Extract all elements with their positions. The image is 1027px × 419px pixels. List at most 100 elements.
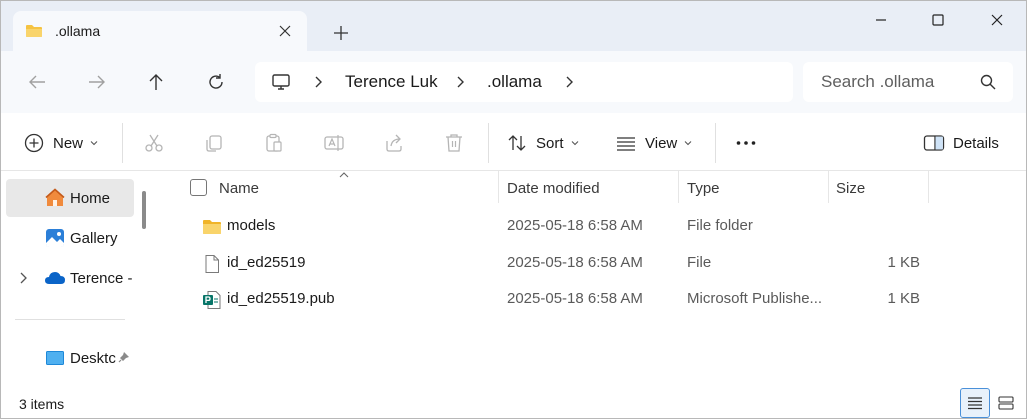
more-icon: [736, 141, 756, 145]
chevron-right-icon[interactable]: [454, 73, 468, 91]
tab-title: .ollama: [55, 23, 101, 39]
new-tab-button[interactable]: [327, 19, 355, 47]
delete-button[interactable]: [443, 127, 465, 159]
minimize-button[interactable]: [851, 1, 911, 39]
view-label: View: [645, 134, 678, 152]
navigation-pane: Home Gallery Terence - Desktc: [1, 171, 156, 386]
file-size: 1 KB: [887, 290, 920, 307]
title-bar: .ollama: [1, 1, 1026, 51]
forward-button[interactable]: [80, 67, 114, 97]
file-explorer-window: .ollama Terence Luk .ollama Search .olla…: [0, 0, 1027, 419]
navigation-bar: Terence Luk .ollama Search .ollama: [1, 51, 1026, 113]
column-header-date-modified[interactable]: Date modified: [507, 171, 600, 205]
sidebar-item-home[interactable]: Home: [6, 179, 134, 217]
share-button[interactable]: [383, 127, 405, 159]
sort-button[interactable]: Sort: [506, 127, 580, 159]
sidebar-item-label: Terence -: [70, 269, 133, 287]
more-options-button[interactable]: [735, 127, 757, 159]
separator: [715, 123, 716, 163]
column-divider[interactable]: [928, 171, 929, 203]
separator: [488, 123, 489, 163]
file-name: id_ed25519.pub: [227, 290, 335, 307]
file-row-id-ed25519-pub[interactable]: id_ed25519.pub 2025-05-18 6:58 AM Micros…: [156, 282, 1016, 316]
address-bar[interactable]: Terence Luk .ollama: [255, 62, 793, 102]
column-header-name[interactable]: Name: [219, 171, 259, 205]
plus-icon: [334, 26, 348, 40]
onedrive-icon: [45, 272, 65, 284]
column-header-type[interactable]: Type: [687, 171, 720, 205]
paste-button[interactable]: [263, 127, 285, 159]
file-name: models: [227, 217, 276, 234]
select-all-checkbox[interactable]: [190, 179, 207, 196]
file-row-id-ed25519[interactable]: id_ed25519 2025-05-18 6:58 AM File 1 KB: [156, 246, 1016, 280]
sidebar-item-desktop[interactable]: Desktc: [6, 339, 134, 377]
chevron-right-icon[interactable]: [563, 73, 577, 91]
sort-icon: [508, 135, 526, 151]
search-box[interactable]: Search .ollama: [803, 62, 1013, 102]
file-name: id_ed25519: [227, 254, 306, 271]
desktop-icon: [46, 351, 64, 365]
home-icon: [45, 188, 65, 206]
command-bar: New Sort View Details: [1, 113, 1026, 171]
refresh-button[interactable]: [199, 67, 233, 97]
copy-icon: [206, 135, 222, 152]
file-size: 1 KB: [887, 254, 920, 271]
view-button[interactable]: View: [615, 127, 693, 159]
tab-ollama[interactable]: .ollama: [13, 11, 307, 51]
gallery-icon: [46, 229, 64, 247]
chevron-right-icon[interactable]: [312, 73, 326, 91]
trash-icon: [446, 134, 462, 152]
close-icon[interactable]: [273, 19, 297, 43]
tiles-view-icon: [998, 396, 1014, 410]
breadcrumb-ollama[interactable]: .ollama: [487, 72, 542, 92]
file-date: 2025-05-18 6:58 AM: [507, 217, 643, 234]
back-button[interactable]: [20, 67, 54, 97]
item-count: 3 items: [19, 396, 65, 412]
sidebar-item-onedrive[interactable]: Terence -: [6, 259, 134, 297]
details-button[interactable]: Details: [923, 127, 999, 159]
maximize-button[interactable]: [908, 1, 968, 39]
details-label: Details: [953, 134, 999, 152]
details-view-button[interactable]: [960, 388, 990, 418]
folder-icon: [203, 220, 221, 234]
search-input[interactable]: Search .ollama: [821, 72, 934, 92]
file-date: 2025-05-18 6:58 AM: [507, 254, 643, 271]
sidebar-item-label: Desktc: [70, 349, 116, 367]
rename-icon: [324, 135, 344, 151]
sidebar-item-gallery[interactable]: Gallery: [6, 219, 134, 257]
arrow-left-icon: [29, 75, 45, 89]
column-divider[interactable]: [678, 171, 679, 203]
status-bar: 3 items: [1, 386, 1026, 418]
chevron-down-icon: [90, 141, 98, 146]
column-label: Size: [836, 179, 866, 197]
column-label: Date modified: [507, 179, 600, 197]
file-icon: [205, 255, 219, 273]
close-button[interactable]: [967, 1, 1026, 39]
chevron-down-icon: [571, 141, 578, 146]
chevron-right-icon[interactable]: [20, 272, 28, 284]
file-type: File folder: [687, 217, 753, 234]
plus-circle-icon: [24, 133, 44, 153]
pin-icon[interactable]: [118, 351, 130, 363]
search-icon: [980, 74, 996, 90]
column-divider[interactable]: [498, 171, 499, 203]
file-type: Microsoft Publishe...: [687, 290, 823, 307]
column-header-size[interactable]: Size: [836, 171, 865, 205]
sort-ascending-icon: [339, 172, 349, 178]
column-label: Type: [687, 179, 720, 197]
new-button[interactable]: New: [23, 127, 99, 159]
file-row-models[interactable]: models 2025-05-18 6:58 AM File folder: [156, 209, 1016, 243]
copy-button[interactable]: [203, 127, 225, 159]
refresh-icon: [209, 74, 223, 89]
column-divider[interactable]: [828, 171, 829, 203]
details-view-icon: [968, 397, 982, 410]
sidebar-item-label: Gallery: [70, 229, 118, 247]
file-list: Name Date modified Type Size models 2025…: [156, 171, 1026, 386]
sidebar-scrollbar[interactable]: [142, 191, 146, 229]
computer-icon: [272, 74, 290, 90]
tiles-view-button[interactable]: [991, 388, 1021, 418]
up-button[interactable]: [139, 67, 173, 97]
rename-button[interactable]: [323, 127, 345, 159]
breadcrumb-terence-luk[interactable]: Terence Luk: [345, 72, 438, 92]
cut-button[interactable]: [143, 127, 165, 159]
